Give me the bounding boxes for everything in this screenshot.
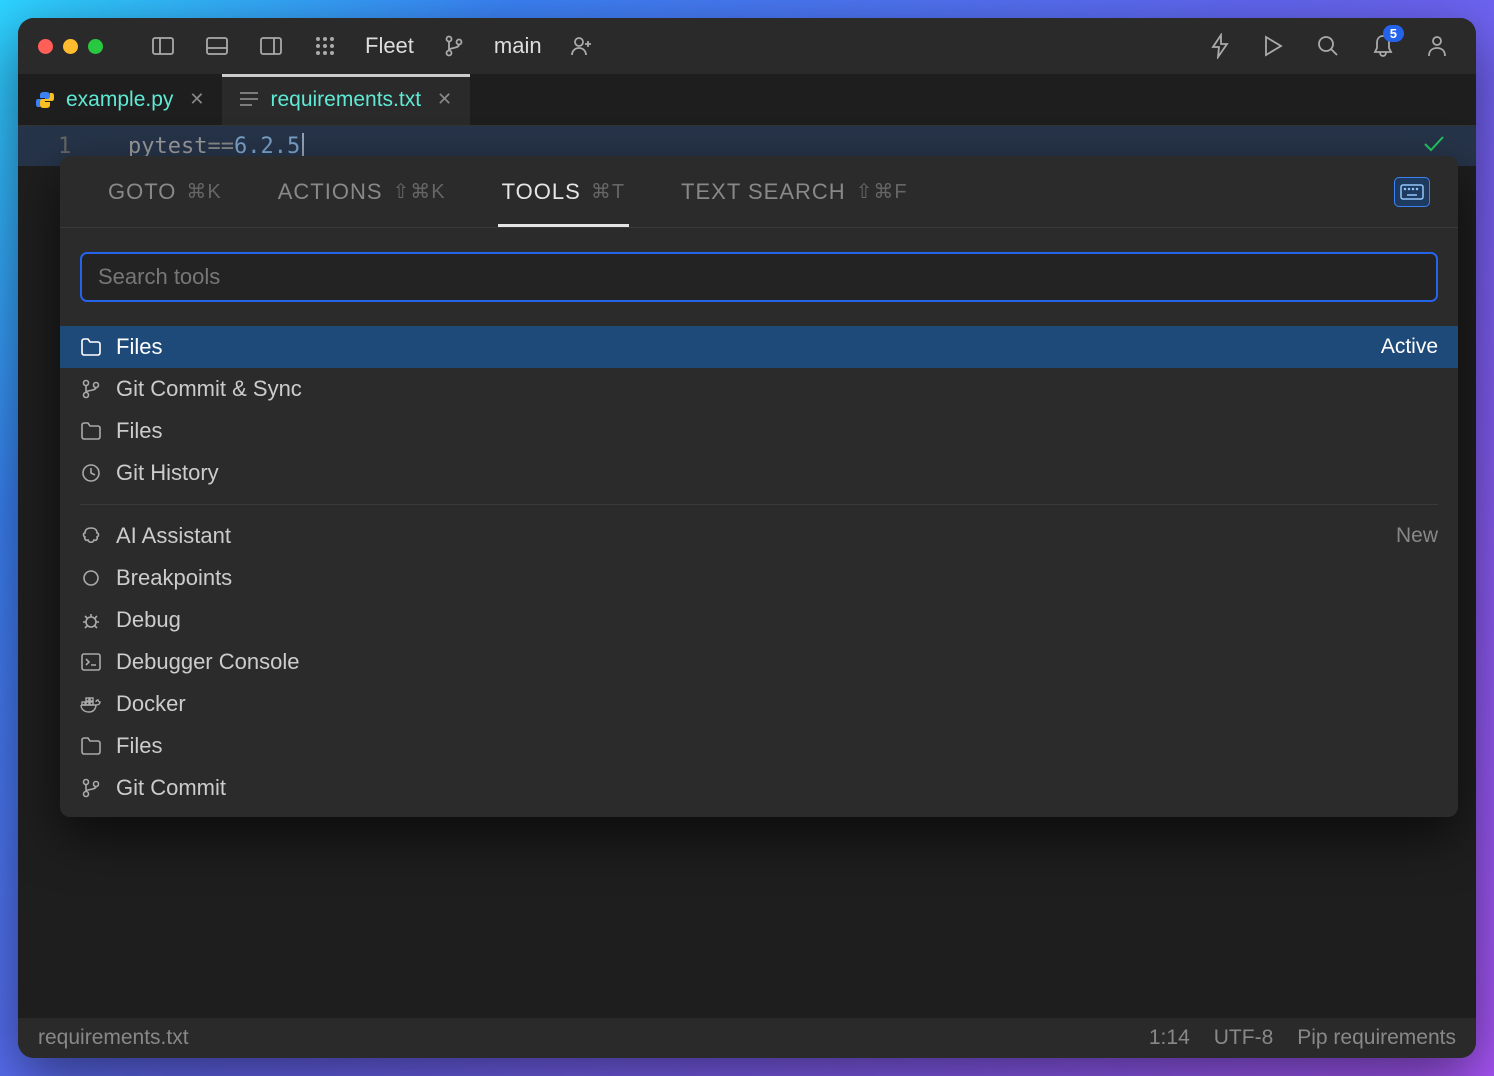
ai-icon: [80, 526, 102, 546]
tool-label: Docker: [116, 691, 186, 717]
tool-files-2[interactable]: Files: [60, 410, 1458, 452]
line-number: 1: [58, 134, 98, 159]
app-window: Fleet main 5: [18, 18, 1476, 1058]
tool-ai-assistant[interactable]: AI Assistant New: [60, 515, 1458, 557]
circle-icon: [80, 569, 102, 587]
command-palette: GOTO ⌘K ACTIONS ⇧⌘K TOOLS ⌘T TEXT SEARCH…: [60, 156, 1458, 817]
tab-example-py[interactable]: example.py ✕: [18, 74, 222, 125]
run-icon[interactable]: [1262, 34, 1284, 58]
ptab-label: GOTO: [108, 179, 176, 205]
close-icon[interactable]: ✕: [437, 89, 452, 110]
status-ok-icon[interactable]: [1422, 134, 1446, 154]
status-filetype[interactable]: Pip requirements: [1297, 1026, 1456, 1050]
tool-git-commit[interactable]: Git Commit: [60, 767, 1458, 809]
search-tools-input[interactable]: [80, 252, 1438, 302]
editor-tabs: example.py ✕ requirements.txt ✕: [18, 74, 1476, 126]
tool-label: Debugger Console: [116, 649, 299, 675]
code-token: ==: [207, 134, 234, 159]
ptab-label: ACTIONS: [278, 179, 383, 205]
add-user-icon[interactable]: [570, 34, 594, 58]
lightning-icon[interactable]: [1210, 33, 1230, 59]
tab-requirements-txt[interactable]: requirements.txt ✕: [222, 74, 470, 125]
palette-tab-actions[interactable]: ACTIONS ⇧⌘K: [250, 156, 474, 227]
tool-debugger-console[interactable]: Debugger Console: [60, 641, 1458, 683]
notification-badge: 5: [1383, 25, 1404, 42]
status-filename[interactable]: requirements.txt: [38, 1026, 189, 1050]
branch-icon: [80, 778, 102, 798]
folder-icon: [80, 338, 102, 356]
maximize-window-button[interactable]: [88, 39, 103, 54]
palette-tab-goto[interactable]: GOTO ⌘K: [80, 156, 250, 227]
search-wrap: [60, 228, 1458, 326]
ptab-shortcut: ⌘T: [591, 179, 625, 204]
tools-list: Files Active Git Commit & Sync Files Git…: [60, 326, 1458, 817]
close-icon[interactable]: ✕: [189, 89, 204, 110]
close-window-button[interactable]: [38, 39, 53, 54]
ptab-shortcut: ⇧⌘K: [393, 179, 446, 204]
tab-label: requirements.txt: [270, 88, 421, 112]
docker-icon: [80, 695, 102, 713]
branch-name[interactable]: main: [494, 33, 542, 59]
tool-label: Files: [116, 733, 162, 759]
folder-icon: [80, 737, 102, 755]
tool-breakpoints[interactable]: Breakpoints: [60, 557, 1458, 599]
tool-git-history[interactable]: Git History: [60, 452, 1458, 494]
tab-label: example.py: [66, 88, 173, 112]
lines-icon: [240, 91, 258, 109]
editor-area: 1 pytest==6.2.5 GOTO ⌘K ACTIONS ⇧⌘K TOOL…: [18, 126, 1476, 1018]
python-icon: [36, 91, 54, 109]
console-icon: [80, 653, 102, 671]
palette-tab-tools[interactable]: TOOLS ⌘T: [474, 156, 653, 227]
branch-icon[interactable]: [442, 34, 466, 58]
folder-icon: [80, 422, 102, 440]
branch-icon: [80, 379, 102, 399]
tool-label: Debug: [116, 607, 181, 633]
clock-icon: [80, 463, 102, 483]
tool-label: Git Commit & Sync: [116, 376, 302, 402]
status-position[interactable]: 1:14: [1149, 1026, 1190, 1050]
traffic-lights: [38, 39, 103, 54]
ptab-shortcut: ⇧⌘F: [856, 179, 908, 204]
notifications-icon[interactable]: 5: [1372, 33, 1394, 59]
panel-right-icon[interactable]: [259, 34, 283, 58]
ptab-shortcut: ⌘K: [186, 179, 221, 204]
tool-docker[interactable]: Docker: [60, 683, 1458, 725]
app-name[interactable]: Fleet: [365, 33, 414, 59]
tool-debug[interactable]: Debug: [60, 599, 1458, 641]
tool-label: Files: [116, 334, 162, 360]
ptab-label: TEXT SEARCH: [681, 179, 846, 205]
code-token: pytest: [128, 134, 207, 159]
status-encoding[interactable]: UTF-8: [1214, 1026, 1274, 1050]
keyboard-icon[interactable]: [1394, 177, 1430, 207]
palette-tabs: GOTO ⌘K ACTIONS ⇧⌘K TOOLS ⌘T TEXT SEARCH…: [60, 156, 1458, 228]
titlebar: Fleet main 5: [18, 18, 1476, 74]
search-icon[interactable]: [1316, 34, 1340, 58]
apps-grid-icon[interactable]: [313, 34, 337, 58]
tool-badge: Active: [1381, 335, 1438, 359]
tool-label: Git History: [116, 460, 219, 486]
tool-label: Breakpoints: [116, 565, 232, 591]
tool-badge: New: [1396, 524, 1438, 548]
panel-left-icon[interactable]: [151, 34, 175, 58]
user-icon[interactable]: [1426, 34, 1448, 58]
tool-label: AI Assistant: [116, 523, 231, 549]
ptab-label: TOOLS: [502, 179, 581, 205]
palette-tab-text-search[interactable]: TEXT SEARCH ⇧⌘F: [653, 156, 936, 227]
minimize-window-button[interactable]: [63, 39, 78, 54]
tool-files-3[interactable]: Files: [60, 725, 1458, 767]
statusbar: requirements.txt 1:14 UTF-8 Pip requirem…: [18, 1018, 1476, 1058]
tool-files[interactable]: Files Active: [60, 326, 1458, 368]
tool-label: Files: [116, 418, 162, 444]
code-token: 6.2.5: [234, 134, 300, 159]
tool-label: Git Commit: [116, 775, 226, 801]
tool-git-commit-sync[interactable]: Git Commit & Sync: [60, 368, 1458, 410]
panel-bottom-icon[interactable]: [205, 34, 229, 58]
debug-icon: [80, 610, 102, 630]
divider: [80, 504, 1438, 505]
